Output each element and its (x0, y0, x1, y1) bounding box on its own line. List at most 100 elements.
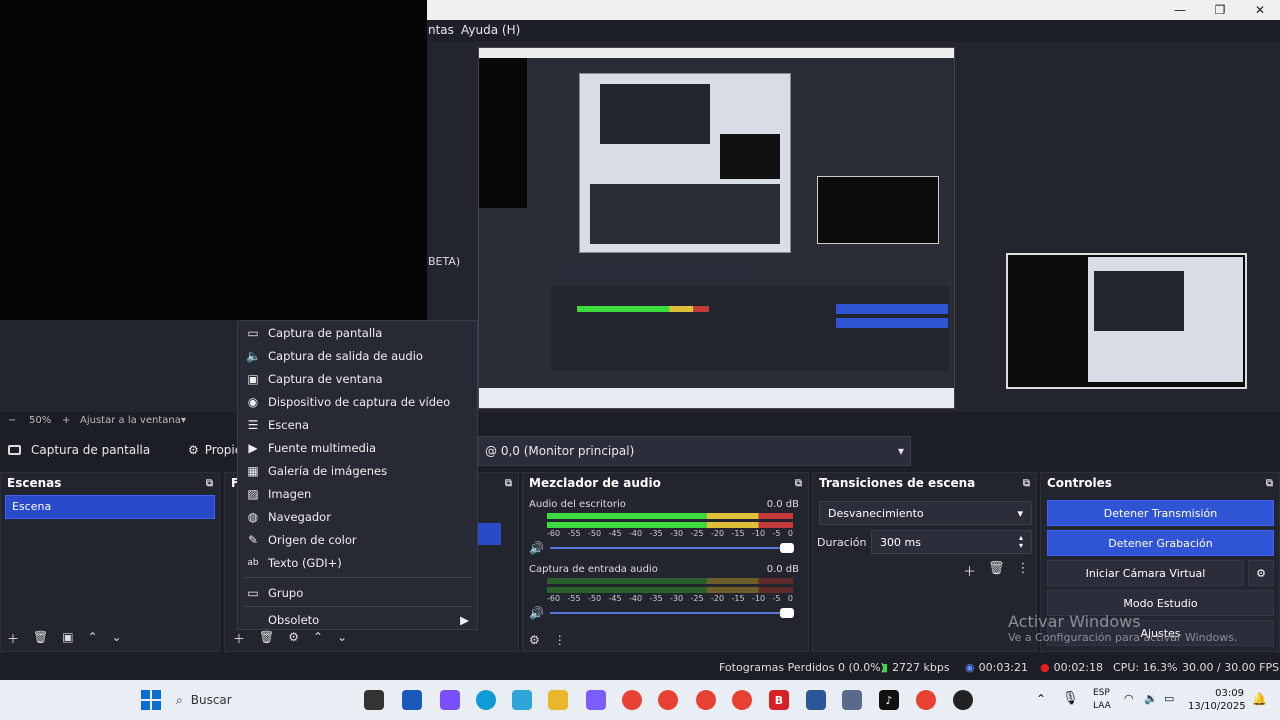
notification-icon[interactable]: 🔔 (1252, 692, 1267, 706)
file-explorer-icon[interactable] (364, 690, 384, 710)
bluebeam-icon[interactable]: B (769, 690, 789, 710)
app-icon[interactable] (842, 690, 862, 710)
menu-item-media-source[interactable]: ▶ Fuente multimedia (238, 436, 477, 459)
up-icon[interactable]: ⌃ (88, 630, 98, 647)
scale-tick: -5 (772, 594, 781, 603)
menu-item-deprecated[interactable]: Obsoleto ▶ (238, 608, 477, 631)
menu-tools[interactable]: ntas (428, 23, 454, 37)
popout-icon[interactable]: ⧉ (1023, 478, 1030, 489)
chevron-up-icon[interactable]: ⌃ (1036, 692, 1046, 706)
sources-footer: ＋ 🗑 ⚙ ⌃ ⌄ (233, 630, 347, 647)
battery-icon[interactable]: ▭ (1164, 692, 1174, 705)
folder-icon[interactable] (548, 690, 568, 710)
scale-tick: -5 (772, 529, 781, 538)
taskbar-search[interactable]: ⌕ Buscar (176, 688, 356, 712)
zoom-dropdown-icon[interactable]: ▾ (181, 415, 186, 426)
windows-start-icon[interactable] (141, 690, 161, 710)
up-icon[interactable]: ⌃ (313, 630, 323, 647)
scene-item[interactable]: Escena (5, 495, 215, 519)
speaker-icon[interactable]: 🔊 (529, 541, 544, 555)
popout-icon[interactable]: ⧉ (795, 478, 802, 489)
menu-item-screen-capture[interactable]: ▭ Captura de pantalla (238, 321, 477, 344)
notepad-icon[interactable] (806, 690, 826, 710)
dropped-frames: Fotogramas Perdidos 0 (0.0%) (719, 661, 885, 674)
stop-record-button[interactable]: Detener Grabación (1047, 530, 1274, 556)
transitions-title: Transiciones de escena (819, 476, 976, 490)
copilot-icon[interactable] (440, 690, 460, 710)
mixer-footer: ⚙ ⋮ (529, 633, 566, 647)
minimize-button[interactable]: — (1160, 0, 1200, 20)
zoom-out-button[interactable]: − (8, 415, 16, 426)
watermark-subtitle: Ve a Configuración para activar Windows. (1008, 631, 1238, 644)
add-source-icon[interactable]: ＋ (233, 630, 245, 647)
monitor-select[interactable]: @ 0,0 (Monitor principal) ▾ (478, 436, 911, 466)
menu-item-image-gallery[interactable]: ▦ Galería de imágenes (238, 459, 477, 482)
filter-icon[interactable]: ▣ (62, 630, 73, 647)
text-icon: ab (247, 557, 259, 568)
volume-slider[interactable] (549, 608, 794, 618)
chrome-icon[interactable] (622, 690, 642, 710)
channel-name: Captura de entrada audio (529, 564, 658, 575)
speaker-icon[interactable]: 🔊 (529, 606, 544, 620)
menu-help[interactable]: Ayuda (H) (461, 23, 520, 37)
add-icon[interactable]: ＋ (963, 561, 976, 580)
advanced-audio-icon[interactable]: ⚙ (529, 633, 540, 647)
wifi-icon[interactable]: ◠ (1124, 692, 1134, 705)
gear-icon[interactable]: ⚙ (288, 630, 299, 647)
virtual-camera-button[interactable]: Iniciar Cámara Virtual (1047, 560, 1244, 586)
popout-icon[interactable]: ⧉ (1266, 478, 1273, 489)
menu-item-group[interactable]: ▭ Grupo (238, 581, 477, 604)
tiktok-icon[interactable]: ♪ (879, 690, 899, 710)
properties-button[interactable]: ⚙ Propie (188, 443, 242, 457)
menu-item-audio-output[interactable]: 🔈 Captura de salida de audio (238, 344, 477, 367)
menu-item-browser[interactable]: ◍ Navegador (238, 505, 477, 528)
menu-item-window-capture[interactable]: ▣ Captura de ventana (238, 367, 477, 390)
duration-input[interactable]: 300 ms ▴ ▾ (871, 530, 1032, 554)
fit-window-label[interactable]: Ajustar a la ventana (80, 415, 181, 426)
zoom-in-button[interactable]: + (62, 415, 70, 426)
restore-button[interactable]: ❐ (1200, 0, 1240, 20)
menu-item-color-source[interactable]: ✎ Origen de color (238, 528, 477, 551)
more-icon[interactable]: ⋮ (554, 633, 566, 647)
obs-icon[interactable] (953, 690, 973, 710)
more-icon[interactable]: ⋮ (1017, 561, 1030, 580)
popout-icon[interactable]: ⧉ (505, 478, 512, 489)
image-icon: ▨ (247, 486, 259, 501)
duration-label: Duración (817, 536, 867, 549)
trash-icon[interactable]: 🗑 (33, 630, 48, 647)
chrome-icon[interactable] (916, 690, 936, 710)
store-icon[interactable] (402, 690, 422, 710)
chrome-icon[interactable] (696, 690, 716, 710)
speaker-icon: 🔈 (246, 348, 261, 363)
microphone-icon[interactable]: 🎙 (1062, 691, 1079, 706)
down-icon[interactable]: ⌄ (337, 630, 347, 647)
edge-icon[interactable] (476, 690, 496, 710)
popout-icon[interactable]: ⧉ (206, 478, 213, 489)
scale-tick: -45 (608, 529, 622, 538)
add-icon[interactable]: ＋ (7, 630, 19, 647)
language-indicator[interactable]: ESP LAA (1093, 687, 1111, 713)
menu-item-scene[interactable]: ☰ Escena (238, 413, 477, 436)
chrome-icon[interactable] (732, 690, 752, 710)
close-button[interactable]: ✕ (1240, 0, 1280, 20)
app-icon[interactable] (512, 690, 532, 710)
menu-item-video-device[interactable]: ◉ Dispositivo de captura de vídeo (238, 390, 477, 413)
stop-stream-button[interactable]: Detener Transmisión (1047, 500, 1274, 526)
volume-slider[interactable] (549, 543, 794, 553)
snipping-icon[interactable] (586, 690, 606, 710)
down-icon[interactable]: ⌄ (112, 630, 122, 647)
trash-icon[interactable]: 🗑 (988, 561, 1005, 580)
volume-knob[interactable] (779, 608, 794, 618)
volume-knob[interactable] (779, 543, 794, 553)
nested-btn-2 (836, 318, 948, 328)
transition-select[interactable]: Desvanecimiento ▾ (819, 501, 1032, 525)
menu-item-text[interactable]: ab Texto (GDI+) (238, 551, 477, 574)
trash-icon[interactable]: 🗑 (259, 630, 274, 647)
menu-item-image[interactable]: ▨ Imagen (238, 482, 477, 505)
clock[interactable]: 03:09 13/10/2025 (1188, 687, 1246, 713)
black-overlay (0, 0, 427, 320)
chrome-icon[interactable] (658, 690, 678, 710)
preview-screen-capture[interactable] (478, 47, 955, 409)
volume-icon[interactable]: 🔉 (1144, 692, 1158, 705)
virtual-camera-settings[interactable]: ⚙ (1248, 560, 1274, 586)
